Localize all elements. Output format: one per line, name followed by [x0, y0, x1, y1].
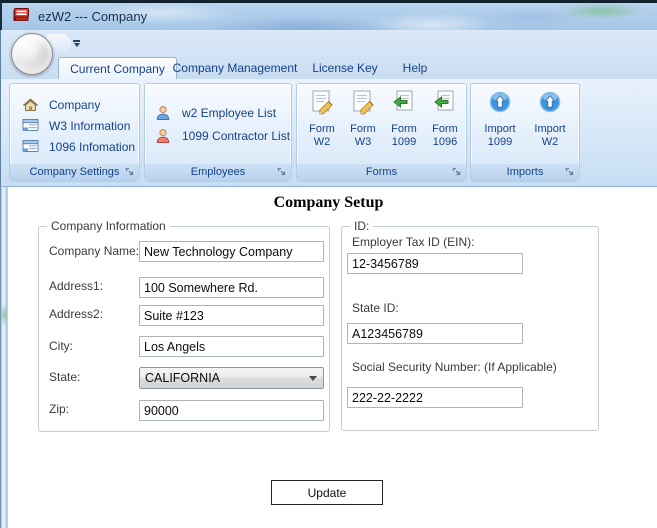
id-groupbox: ID: Employer Tax ID (EIN): State ID: Soc… [341, 219, 599, 431]
address1-input[interactable] [139, 277, 324, 298]
ribbon-item-label-line1: Import [484, 123, 516, 135]
zip-input[interactable] [139, 400, 324, 421]
document-arrow-icon [384, 89, 424, 123]
company-name-label: Company Name: [49, 244, 140, 258]
tab-license-key[interactable]: License Key [307, 57, 383, 79]
company-information-groupbox: Company Information Company Name: Addres… [38, 219, 330, 432]
ein-input[interactable] [347, 253, 523, 274]
ribbon-item-label: 1096 Infomation [49, 139, 136, 154]
ribbon-item-1099-contractor-list[interactable]: 1099 Contractor List [145, 124, 291, 147]
quick-access-toolbar [0, 30, 657, 56]
ribbon-item-label-line2: W2 [541, 135, 559, 148]
ribbon-item-label-line2: 1099 [487, 135, 513, 148]
ribbon-tab-strip: Current Company Company Management Licen… [0, 56, 657, 79]
person-red-icon [155, 128, 172, 144]
ssn-label: Social Security Number: (If Applicable) [352, 360, 557, 374]
page-title: Company Setup [273, 194, 384, 211]
city-input[interactable] [139, 336, 324, 357]
ein-label: Employer Tax ID (EIN): [352, 235, 475, 249]
state-label: State: [49, 370, 81, 384]
ribbon-item-company[interactable]: Company [10, 94, 139, 115]
tab-help[interactable]: Help [391, 57, 439, 79]
ribbon-item-label-line2: 1099 [391, 135, 417, 148]
tab-company-management[interactable]: Company Management [169, 57, 301, 79]
ribbon-item-import-1099[interactable]: Import 1099 [477, 89, 523, 148]
group-caption-label: Company Settings [29, 166, 120, 178]
chevron-down-icon [309, 376, 317, 381]
ribbon-item-label: W3 Information [49, 118, 131, 133]
form-card-icon [22, 118, 39, 134]
id-legend: ID: [350, 219, 374, 233]
city-label: City: [49, 339, 73, 353]
zip-label: Zip: [49, 402, 70, 416]
window-title: ezW2 --- Company [38, 9, 148, 24]
state-id-input[interactable] [347, 323, 523, 344]
group-caption-label: Forms [365, 166, 398, 178]
ribbon-item-label: 1099 Contractor List [182, 128, 291, 143]
application-menu-button[interactable] [11, 33, 53, 75]
ribbon-item-label: w2 Employee List [182, 105, 277, 120]
state-id-label: State ID: [352, 301, 399, 315]
state-select-value: CALIFORNIA [145, 371, 221, 385]
form-card-icon [22, 139, 39, 155]
tab-current-company[interactable]: Current Company [58, 57, 177, 79]
ribbon-item-label-line2: 1096 [432, 135, 458, 148]
ribbon: Company W3 Information 1096 Infomation C… [0, 79, 657, 187]
import-up-icon [477, 89, 523, 123]
ssn-input[interactable] [347, 387, 523, 408]
ribbon-group-imports: Import 1099 Import W2 Imports [470, 83, 580, 182]
company-name-input[interactable] [139, 241, 324, 262]
import-up-icon [527, 89, 573, 123]
ribbon-item-form-w2[interactable]: Form W2 [302, 89, 342, 148]
dialog-launcher-icon[interactable] [564, 166, 576, 178]
ribbon-item-label-line1: Import [534, 123, 566, 135]
ribbon-item-label-line1: Form [309, 123, 335, 135]
group-caption-company-settings: Company Settings [10, 163, 139, 181]
ribbon-item-label-line1: Form [350, 123, 376, 135]
ribbon-item-label-line2: W3 [354, 135, 372, 148]
app-icon[interactable] [12, 7, 31, 24]
ribbon-group-employees: w2 Employee List 1099 Contractor List Em… [144, 83, 292, 182]
company-information-legend: Company Information [47, 219, 170, 233]
quick-access-dropdown-icon[interactable] [72, 40, 81, 49]
address2-input[interactable] [139, 305, 324, 326]
dialog-launcher-icon[interactable] [276, 166, 288, 178]
state-select[interactable]: CALIFORNIA [139, 367, 324, 389]
ribbon-item-label: Company [49, 97, 101, 112]
group-caption-imports: Imports [471, 163, 579, 181]
address2-label: Address2: [49, 307, 104, 321]
ribbon-group-forms: Form W2 Form W3 Form 1099 Form 1096 Form… [296, 83, 467, 182]
ribbon-item-form-1099[interactable]: Form 1099 [384, 89, 424, 148]
ribbon-item-w3-information[interactable]: W3 Information [10, 115, 139, 136]
ribbon-group-company-settings: Company W3 Information 1096 Infomation C… [9, 83, 140, 182]
ribbon-item-label-line2: W2 [313, 135, 331, 148]
group-caption-forms: Forms [297, 163, 466, 181]
ribbon-item-label-line1: Form [391, 123, 417, 135]
ezw2-application-window: ezW2 --- Company Current Company Company… [0, 0, 657, 528]
ribbon-item-w2-employee-list[interactable]: w2 Employee List [145, 101, 291, 124]
group-caption-employees: Employees [145, 163, 291, 181]
ribbon-item-import-w2[interactable]: Import W2 [527, 89, 573, 148]
ribbon-item-1096-information[interactable]: 1096 Infomation [10, 136, 139, 157]
ribbon-item-form-w3[interactable]: Form W3 [343, 89, 383, 148]
window-frame-left [0, 187, 8, 528]
person-blue-icon [155, 105, 172, 121]
dialog-launcher-icon[interactable] [124, 166, 136, 178]
document-edit-icon [343, 89, 383, 123]
group-caption-label: Imports [506, 166, 544, 178]
address1-label: Address1: [49, 279, 104, 293]
home-icon [22, 97, 39, 113]
dialog-launcher-icon[interactable] [451, 166, 463, 178]
ribbon-item-form-1096[interactable]: Form 1096 [425, 89, 465, 148]
document-arrow-icon [425, 89, 465, 123]
group-caption-label: Employees [190, 166, 246, 178]
ribbon-item-label-line1: Form [432, 123, 458, 135]
titlebar: ezW2 --- Company [0, 0, 657, 30]
document-edit-icon [302, 89, 342, 123]
update-button[interactable]: Update [271, 480, 383, 505]
